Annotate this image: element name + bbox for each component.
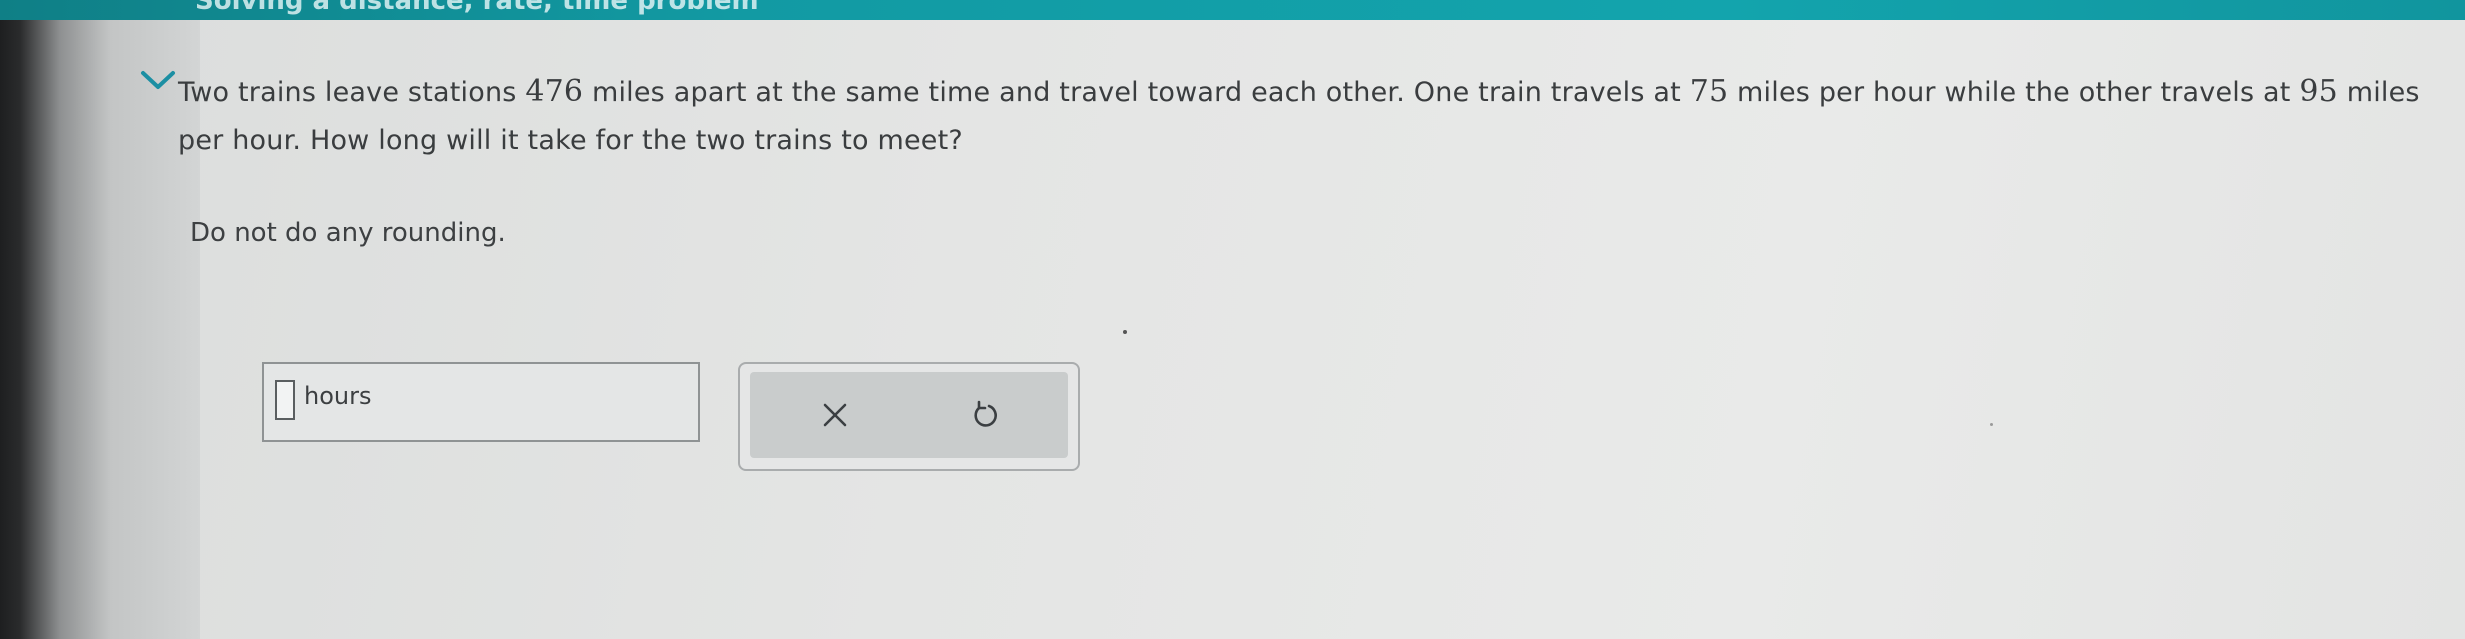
chevron-down-icon (141, 71, 175, 89)
x-icon (823, 403, 847, 427)
answer-box: hours (262, 362, 700, 442)
undo-icon (974, 400, 997, 427)
header-title: Solving a distance, rate, time problem (195, 0, 759, 16)
speed-two-value: 95 (2299, 74, 2338, 109)
screen-speck (1990, 423, 1993, 426)
answer-tools-panel (738, 362, 1080, 471)
speed-one-value: 75 (1689, 74, 1729, 109)
screen-speck (1123, 330, 1127, 334)
undo-button[interactable] (960, 390, 1010, 440)
answer-tools-bar (750, 372, 1068, 458)
answer-input[interactable] (275, 380, 295, 420)
unit-label: hours (304, 382, 372, 410)
rounding-instruction: Do not do any rounding. (190, 218, 506, 248)
distance-value: 476 (525, 74, 584, 109)
clear-button[interactable] (810, 390, 860, 440)
question-text: Two trains leave stations 476 miles apar… (178, 74, 2420, 156)
header-bar: Solving a distance, rate, time problem (0, 0, 2465, 20)
